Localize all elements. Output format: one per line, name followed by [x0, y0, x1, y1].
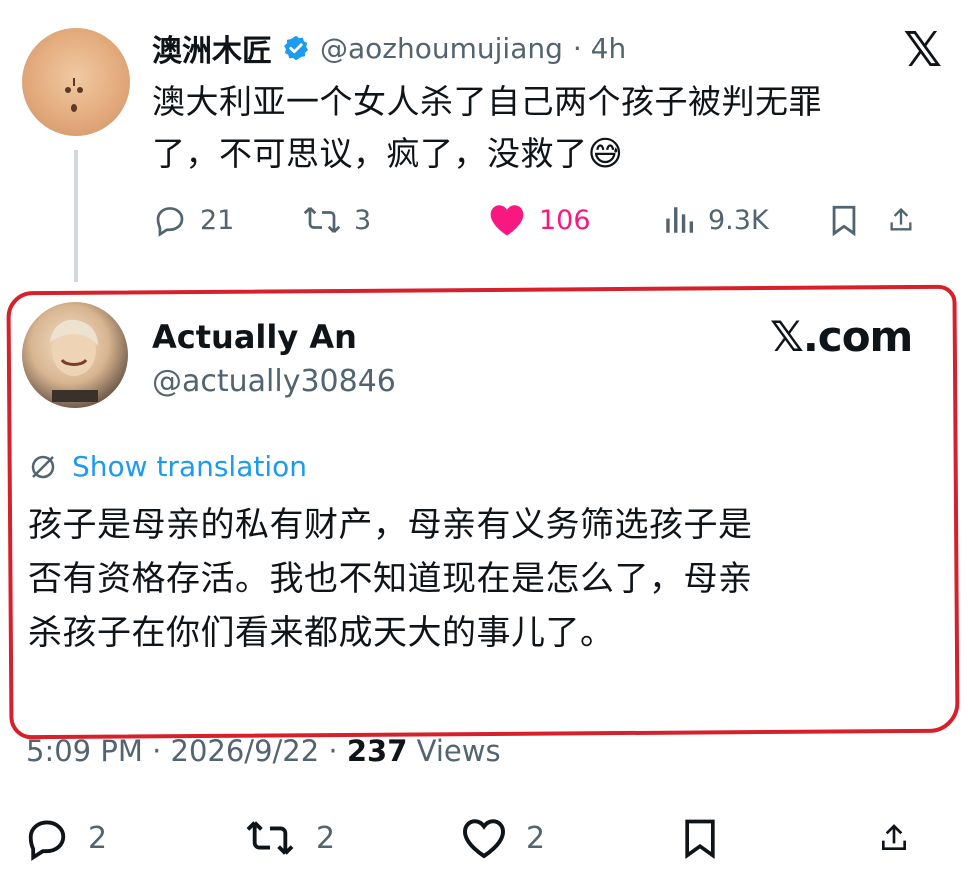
bookmark-button[interactable]	[678, 815, 878, 861]
handle[interactable]: @actually30846	[152, 364, 396, 399]
reply-count: 21	[200, 204, 235, 236]
share-button[interactable]	[887, 202, 927, 238]
share-icon	[890, 207, 912, 231]
share-button[interactable]	[878, 815, 928, 861]
grinning-sweat-emoji: 😅	[587, 134, 624, 174]
heart-icon	[490, 205, 524, 236]
tweet-timestamp[interactable]: 5:09 PM · 2026/9/22 · 237 Views	[26, 734, 501, 768]
tweet-text-line: 澳大利亚一个女人杀了自己两个孩子被判无罪	[152, 82, 822, 121]
show-translation-label[interactable]: Show translation	[72, 450, 307, 483]
reply-count: 2	[88, 820, 108, 856]
thread-connector	[74, 150, 78, 282]
heart-outline-icon	[462, 819, 506, 859]
bookmark-icon	[832, 205, 856, 237]
avatar[interactable]	[22, 302, 128, 408]
views-icon	[666, 207, 694, 233]
handle[interactable]: @aozhoumujiang	[320, 32, 563, 65]
like-button[interactable]: 106	[487, 202, 662, 238]
show-translation-link[interactable]: Show translation	[28, 450, 307, 483]
retweet-count: 3	[354, 204, 372, 236]
reply-icon	[28, 820, 66, 861]
x-com-label[interactable]: 𝕏.com	[770, 312, 913, 361]
like-button[interactable]: 2	[460, 815, 678, 861]
retweet-button[interactable]: 2	[242, 815, 460, 861]
tweet1-body: 澳大利亚一个女人杀了自己两个孩子被判无罪 了，不可思议，疯了，没救了 😅	[152, 76, 932, 180]
x-logo-icon[interactable]: 𝕏	[903, 22, 942, 78]
tweet-text-line: 孩子是母亲的私有财产，母亲有义务筛选孩子是	[28, 505, 753, 545]
retweet-count: 2	[316, 820, 336, 856]
tweet2-body: 孩子是母亲的私有财产，母亲有义务筛选孩子是 否有资格存活。我也不知道现在是怎么了…	[28, 498, 928, 660]
tweet2-actions: 2 2 2	[24, 812, 944, 864]
reply-button[interactable]: 21	[152, 202, 302, 238]
views-count: 9.3K	[708, 204, 769, 236]
avatar-face-icon	[65, 78, 83, 112]
tweet1-actions: 21 3 106 9.3K	[152, 198, 942, 242]
reply-icon	[156, 207, 184, 237]
avatar[interactable]	[22, 28, 130, 136]
tweet-text-line: 否有资格存活。我也不知道现在是怎么了，母亲	[28, 559, 753, 599]
like-count: 106	[539, 204, 591, 236]
tweet-text-line: 了，不可思议，疯了，没救了	[152, 134, 588, 173]
tweet-age[interactable]: · 4h	[573, 32, 626, 65]
avatar-photo-icon	[50, 319, 98, 402]
timestamp-text: 5:09 PM · 2026/9/22 ·	[26, 734, 347, 768]
like-count: 2	[526, 820, 546, 856]
bookmark-button[interactable]	[827, 202, 887, 238]
retweet-button[interactable]: 3	[302, 202, 487, 238]
translate-icon	[31, 455, 55, 478]
views-label: Views	[407, 734, 501, 768]
tweet-text-line: 杀孩子在你们看来都成天大的事儿了。	[28, 613, 615, 653]
display-name[interactable]: Actually An	[152, 318, 357, 356]
verified-icon	[284, 35, 309, 61]
reply-button[interactable]: 2	[24, 815, 242, 861]
view-count: 237	[346, 734, 408, 768]
retweet-icon	[246, 821, 294, 855]
bookmark-icon	[685, 819, 715, 859]
retweet-icon	[303, 207, 341, 233]
tweet1-header: 澳洲木匠 @aozhoumujiang · 4h	[152, 26, 626, 70]
share-icon	[882, 824, 906, 850]
display-name[interactable]: 澳洲木匠	[152, 26, 272, 70]
views-button[interactable]: 9.3K	[662, 202, 827, 238]
